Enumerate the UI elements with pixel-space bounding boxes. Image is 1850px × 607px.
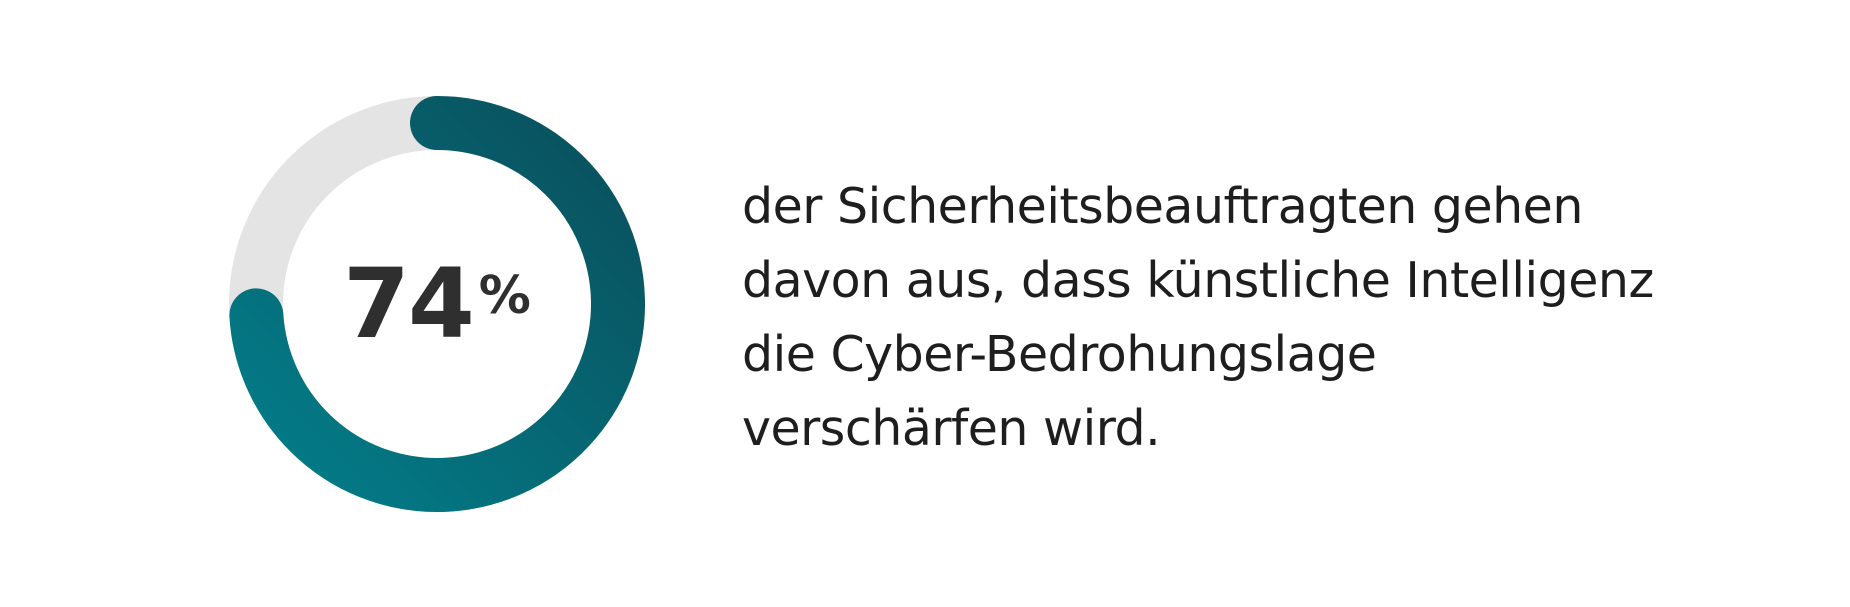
statement-line: die Cyber-Bedrohungslage bbox=[742, 326, 1377, 383]
statement-line: der Sicherheitsbeauftragten gehen bbox=[742, 178, 1583, 235]
statement-line: verschärfen wird. bbox=[742, 400, 1161, 457]
statement-line: davon aus, dass künstliche Intelligenz bbox=[742, 252, 1654, 309]
statistic-card: 74 % der Sicherheitsbeauftragten gehen d… bbox=[0, 0, 1850, 607]
percentage-unit: % bbox=[478, 266, 531, 326]
percentage-value: 74 bbox=[343, 248, 475, 360]
donut-chart: 74 % bbox=[229, 96, 645, 512]
donut-percentage: 74 % bbox=[229, 96, 645, 512]
statement-text: der Sicherheitsbeauftragten gehen davon … bbox=[742, 170, 1782, 466]
